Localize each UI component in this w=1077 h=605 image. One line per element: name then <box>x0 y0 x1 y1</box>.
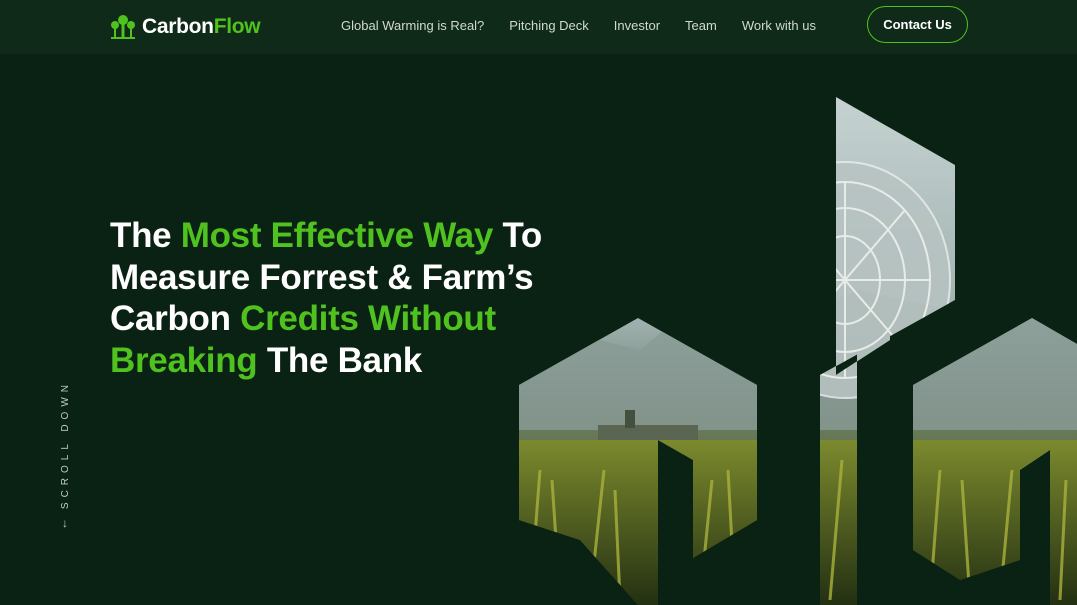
landscape-photo <box>519 97 1077 605</box>
radio-telescope-dish <box>739 161 951 399</box>
hero-hexagon-photo-collage <box>519 97 1077 605</box>
